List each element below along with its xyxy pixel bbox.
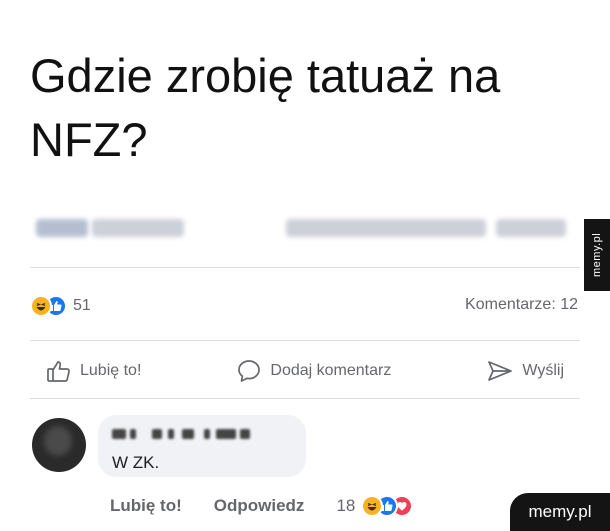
haha-reaction-icon <box>30 295 52 317</box>
thumbs-up-icon <box>46 358 72 384</box>
comments-count[interactable]: Komentarze: 12 <box>465 296 578 314</box>
blurred-meta-row <box>30 213 580 243</box>
send-icon <box>486 358 514 384</box>
watermark-side: memy.pl <box>584 219 610 291</box>
comment-reaction-icons <box>361 495 414 517</box>
commenter-name-blurred[interactable] <box>112 427 252 441</box>
comment-reactions[interactable]: 18 <box>336 495 414 517</box>
comment-bubble: W ZK. <box>98 415 306 477</box>
comment: W ZK. Lubię to! Odpowiedz 18 <box>30 415 580 525</box>
comment-button[interactable]: Dodaj komentarz <box>220 354 407 388</box>
comment-reply-button[interactable]: Odpowiedz <box>214 496 305 516</box>
haha-reaction-icon <box>361 495 384 517</box>
share-button-label: Wyślij <box>522 362 564 379</box>
comment-button-label: Dodaj komentarz <box>270 362 392 379</box>
blurred-count <box>92 219 184 237</box>
watermark-corner: memy.pl <box>510 493 610 531</box>
reactions-summary[interactable]: 51 <box>30 295 91 317</box>
comment-reaction-count: 18 <box>336 496 356 515</box>
post-actions: Lubię to! Dodaj komentarz Wyślij <box>30 352 580 390</box>
divider <box>30 398 580 399</box>
comment-like-button[interactable]: Lubię to! <box>110 496 182 516</box>
like-button[interactable]: Lubię to! <box>30 354 157 388</box>
blurred-comments-label <box>286 219 486 237</box>
comment-actions: Lubię to! Odpowiedz 18 <box>110 495 414 517</box>
like-button-label: Lubię to! <box>80 362 142 379</box>
share-button[interactable]: Wyślij <box>470 354 580 388</box>
comment-text: W ZK. <box>112 453 160 472</box>
divider <box>30 340 580 341</box>
blurred-reaction-icons <box>36 219 88 237</box>
reaction-count: 51 <box>73 297 91 314</box>
divider <box>30 267 580 268</box>
post-stats: 51 Komentarze: 12 <box>30 293 580 323</box>
avatar[interactable] <box>32 418 86 472</box>
post-title: Gdzie zrobię tatuaż na NFZ? <box>30 49 501 166</box>
speech-bubble-icon <box>236 358 262 384</box>
blurred-comments-count <box>496 219 566 237</box>
